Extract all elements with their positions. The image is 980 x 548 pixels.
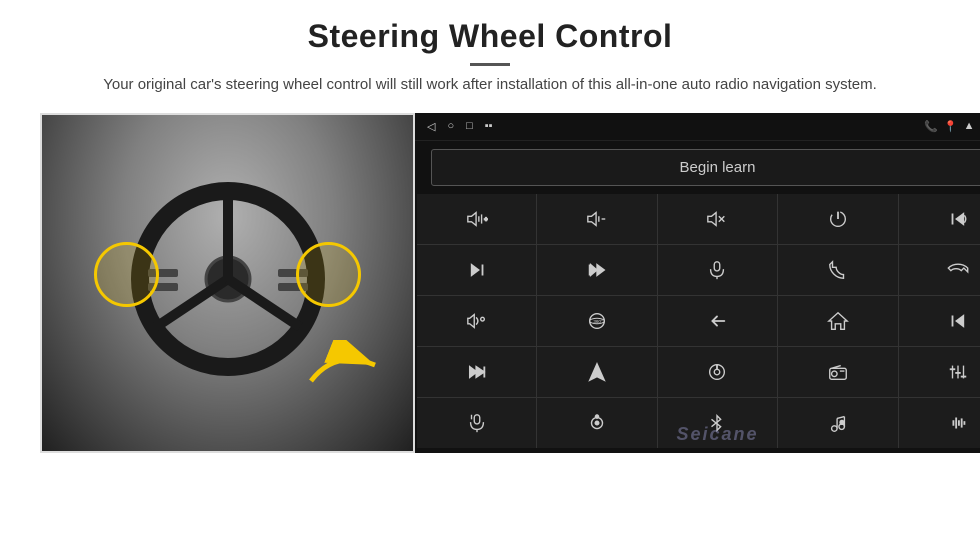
mic-button[interactable]: [658, 245, 777, 295]
highlight-circle-right: [296, 242, 361, 307]
page-subtitle: Your original car's steering wheel contr…: [80, 74, 900, 97]
wifi-icon: ▲: [964, 120, 975, 132]
phone-prev-button[interactable]: [899, 194, 980, 244]
content-area: ◁ ○ □ ▪▪ 📞 📍 ▲ 15:52 Begin learn: [40, 113, 940, 539]
sound-button[interactable]: [417, 296, 536, 346]
fast-fwd-button[interactable]: [417, 347, 536, 397]
status-bar: ◁ ○ □ ▪▪ 📞 📍 ▲ 15:52: [415, 113, 980, 141]
page-title: Steering Wheel Control: [40, 18, 940, 55]
source-button[interactable]: [658, 347, 777, 397]
recents-nav-icon[interactable]: □: [466, 120, 473, 132]
begin-learn-button[interactable]: Begin learn: [431, 149, 980, 186]
location-icon: 📍: [944, 120, 958, 133]
equalizer-button[interactable]: [899, 347, 980, 397]
navigation-button[interactable]: [537, 347, 656, 397]
power-button[interactable]: [778, 194, 897, 244]
android-screen: ◁ ○ □ ▪▪ 📞 📍 ▲ 15:52 Begin learn: [415, 113, 980, 453]
skip-back-button[interactable]: [899, 296, 980, 346]
vol-down-button[interactable]: [537, 194, 656, 244]
skip-ff-button[interactable]: [537, 245, 656, 295]
back-nav-icon[interactable]: ◁: [427, 120, 435, 133]
home-button[interactable]: [778, 296, 897, 346]
title-section: Steering Wheel Control Your original car…: [40, 18, 940, 107]
radio-button[interactable]: [778, 347, 897, 397]
car-image: [40, 113, 415, 453]
360-button[interactable]: 360°: [537, 296, 656, 346]
bluetooth-button[interactable]: [658, 398, 777, 448]
vol-up-button[interactable]: +: [417, 194, 536, 244]
begin-learn-area: Begin learn: [415, 141, 980, 194]
signal-icon: ▪▪: [485, 120, 493, 132]
music-button[interactable]: ⚙: [778, 398, 897, 448]
home-nav-icon[interactable]: ○: [447, 120, 454, 132]
back-button[interactable]: [658, 296, 777, 346]
svg-text:+: +: [484, 216, 487, 222]
hang-up-button[interactable]: [899, 245, 980, 295]
controls-grid: +: [417, 194, 980, 448]
phone-call-button[interactable]: [778, 245, 897, 295]
waveform-button[interactable]: [899, 398, 980, 448]
yellow-arrow: [303, 340, 383, 390]
svg-text:360°: 360°: [593, 318, 603, 323]
phone-icon: 📞: [924, 120, 938, 133]
vol-mute-button[interactable]: [658, 194, 777, 244]
page-container: Steering Wheel Control Your original car…: [0, 0, 980, 548]
next-track-button[interactable]: [417, 245, 536, 295]
title-divider: [470, 63, 510, 66]
settings-knob-button[interactable]: [537, 398, 656, 448]
controls-area: +: [415, 194, 980, 450]
highlight-circle-left: [94, 242, 159, 307]
mic2-button[interactable]: [417, 398, 536, 448]
status-bar-right: 📞 📍 ▲ 15:52: [924, 120, 980, 133]
status-bar-left: ◁ ○ □ ▪▪: [427, 120, 493, 133]
